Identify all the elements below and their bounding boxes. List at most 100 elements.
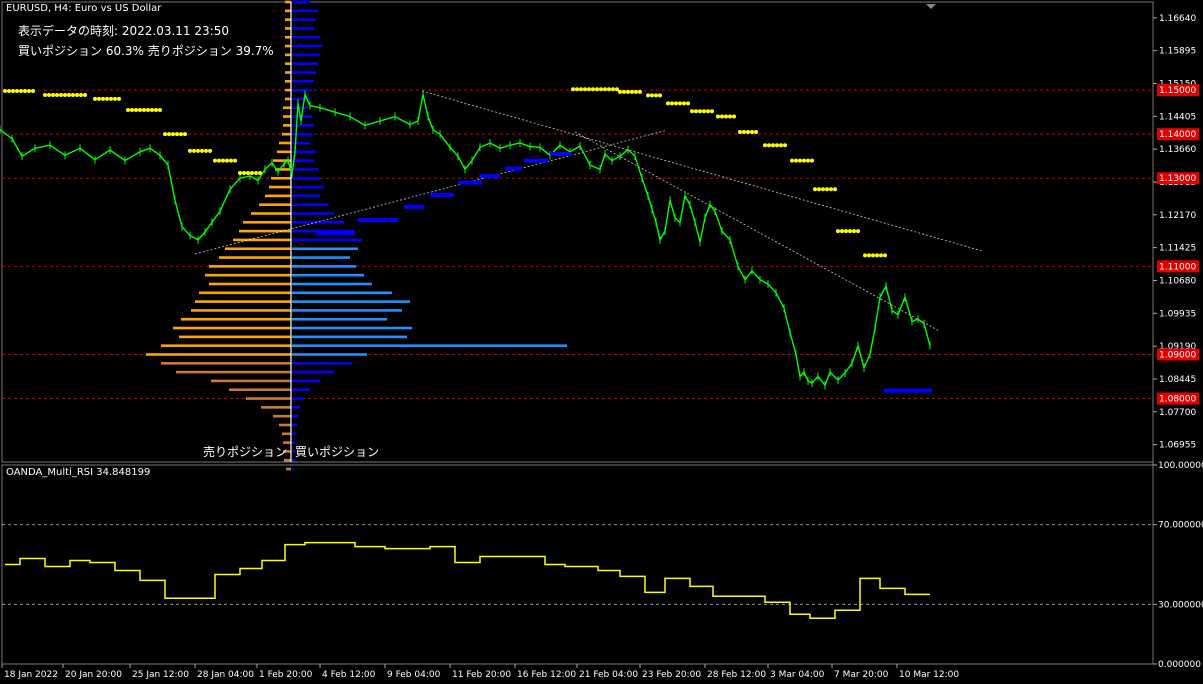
yellow-dot: [706, 109, 710, 114]
yellow-dot: [71, 92, 75, 97]
buy-profile-bar: [292, 317, 387, 321]
buy-profile-bar: [292, 221, 344, 224]
sell-profile-bar: [195, 300, 291, 303]
sell-profile-bar: [285, 27, 291, 30]
sell-profile-bar: [209, 265, 291, 268]
yellow-dot: [702, 109, 706, 114]
yellow-dot: [746, 129, 750, 134]
sell-profile-bar: [211, 379, 291, 383]
buy-profile-bar: [292, 27, 314, 30]
yellow-dot: [146, 107, 150, 112]
sell-profile-bar: [199, 291, 291, 295]
buy-profile-bar: [292, 106, 308, 110]
yellow-dot: [51, 92, 55, 97]
rsi-tick-label: 70.000000: [1158, 521, 1203, 531]
yellow-dot: [63, 92, 67, 97]
yellow-dot: [710, 109, 714, 114]
yellow-dot: [75, 92, 79, 97]
trendline: [421, 90, 983, 252]
blue-dash: [358, 218, 398, 223]
yellow-dot: [27, 89, 31, 94]
buy-profile-bar: [292, 300, 410, 303]
sell-profile-bar: [233, 238, 291, 242]
yellow-dot: [254, 170, 258, 175]
yellow-dot: [67, 92, 71, 97]
buy-profile-bar: [292, 62, 318, 65]
yellow-dot: [55, 92, 59, 97]
yellow-dot: [806, 158, 810, 163]
yellow-dot: [607, 87, 611, 92]
time-tick-label: 11 Feb 20:00: [452, 670, 511, 680]
yellow-dot: [875, 253, 879, 258]
display-time-label: 表示データの時刻: 2022.03.11 23:50: [18, 24, 229, 38]
yellow-dot: [59, 92, 63, 97]
yellow-dot: [83, 92, 87, 97]
yellow-dot: [233, 158, 237, 163]
buy-profile-bar: [292, 18, 316, 21]
yellow-dot: [666, 101, 670, 106]
yellow-dot: [879, 253, 883, 258]
yellow-dot: [611, 87, 615, 92]
sell-profile-bar: [161, 344, 291, 347]
level-label: 1.11000: [1159, 262, 1196, 272]
buy-profile-bar: [292, 309, 402, 312]
buy-profile-bar: [292, 88, 312, 92]
yellow-dot: [615, 87, 619, 92]
buy-profile-bar: [292, 194, 320, 198]
buy-profile-bar: [292, 44, 322, 48]
sell-profile-bar: [225, 247, 291, 251]
level-label: 1.14000: [1159, 130, 1196, 140]
sell-profile-bar: [179, 335, 291, 339]
yellow-dot: [767, 143, 771, 148]
yellow-dot: [250, 170, 254, 175]
rsi-line: [5, 541, 930, 619]
buy-profile-bar: [292, 406, 300, 409]
price-tick-label: 1.08445: [1159, 375, 1196, 385]
sell-profile-bar: [279, 423, 291, 427]
yellow-dot: [863, 253, 867, 258]
yellow-dot: [11, 89, 15, 94]
sell-profile-bar: [205, 273, 291, 277]
yellow-dot: [154, 107, 158, 112]
yellow-dot: [246, 170, 250, 175]
sell-profile-bar: [181, 317, 291, 321]
time-tick-label: 4 Feb 12:00: [322, 670, 376, 680]
level-label: 1.08000: [1159, 395, 1196, 405]
yellow-dot: [825, 187, 829, 192]
yellow-dot: [101, 96, 105, 101]
yellow-dot: [7, 89, 11, 94]
sell-profile-bar: [285, 53, 291, 57]
yellow-dot: [130, 107, 134, 112]
yellow-dot: [670, 101, 674, 106]
yellow-dot: [867, 253, 871, 258]
buy-profile-bar: [292, 80, 314, 83]
yellow-dot: [238, 170, 242, 175]
yellow-dot: [117, 96, 121, 101]
buy-profile-label: 買いポジション: [295, 445, 379, 459]
time-tick-label: 28 Feb 12:00: [707, 670, 766, 680]
yellow-dot: [716, 114, 720, 119]
time-tick-label: 16 Feb 12:00: [517, 670, 576, 680]
yellow-dot: [821, 187, 825, 192]
sell-profile-bar: [239, 229, 291, 233]
time-tick-label: 21 Feb 04:00: [579, 670, 638, 680]
yellow-dot: [575, 87, 579, 92]
yellow-dot: [694, 109, 698, 114]
price-tick-label: 1.06955: [1159, 441, 1196, 451]
sell-profile-bar: [285, 88, 291, 92]
buy-profile-bar: [292, 256, 350, 259]
sell-profile-bar: [285, 71, 291, 74]
chart-canvas[interactable]: 1.166401.158951.151501.144051.136601.129…: [0, 0, 1203, 680]
sell-profile-bar: [285, 44, 291, 48]
yellow-dot: [738, 129, 742, 134]
yellow-dot: [779, 143, 783, 148]
sell-profile-bar: [259, 203, 291, 206]
buy-profile-bar: [292, 414, 298, 418]
yellow-dot: [720, 114, 724, 119]
chart-stage[interactable]: 1.166401.158951.151501.144051.136601.129…: [0, 0, 1203, 680]
time-tick-label: 7 Mar 20:00: [834, 670, 889, 680]
buy-profile-bar: [292, 441, 295, 444]
sell-profile-bar: [277, 150, 291, 154]
blue-dash: [316, 231, 355, 236]
yellow-dot: [810, 158, 814, 163]
